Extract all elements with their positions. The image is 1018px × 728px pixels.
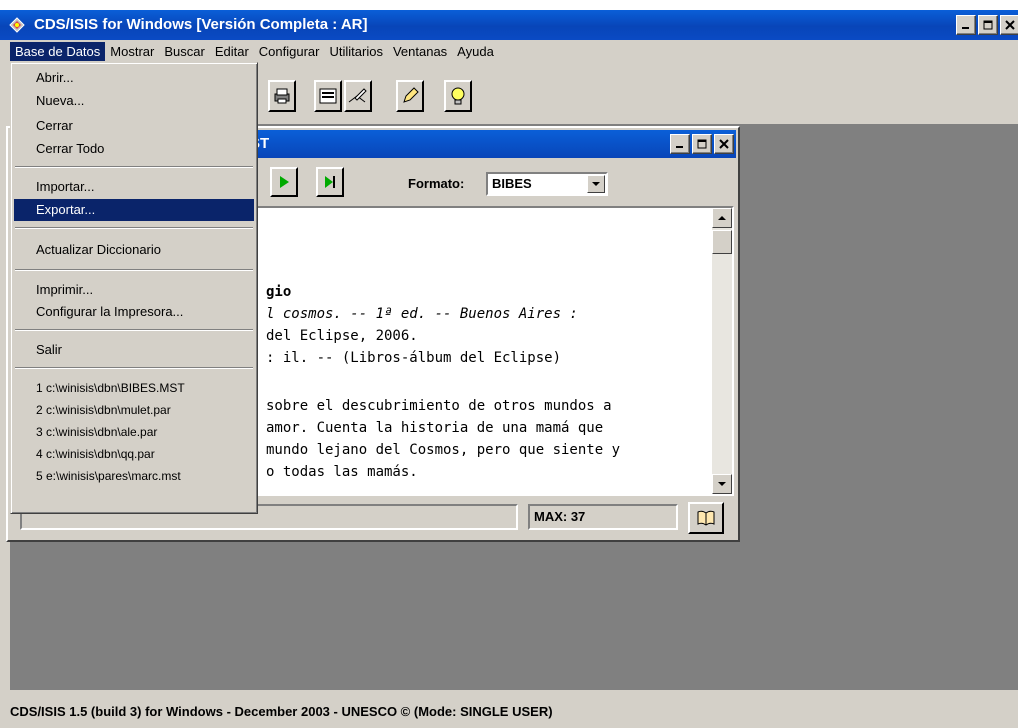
minimize-button[interactable]	[956, 15, 976, 35]
pencil-icon	[403, 87, 419, 103]
cds-isis-app-icon	[9, 17, 25, 33]
formato-value: BIBES	[492, 176, 532, 191]
menu-bar: Base de Datos Mostrar Buscar Editar Conf…	[0, 40, 1018, 62]
max-mfn-box: MAX: 37	[528, 504, 678, 530]
edit-record-button[interactable]	[344, 80, 372, 112]
scroll-thumb[interactable]	[712, 230, 732, 254]
formato-label: Formato:	[408, 176, 465, 191]
app-title: CDS/ISIS for Windows [Versión Completa :…	[34, 16, 368, 33]
record-line-5: sobre el descubrimiento de otros mundos …	[266, 398, 612, 414]
menu-item-cerrar-todo[interactable]: Cerrar Todo	[14, 138, 254, 160]
menu-separator	[15, 367, 253, 369]
menu-utilitarios[interactable]: Utilitarios	[324, 42, 387, 61]
arrow-down-icon	[718, 482, 726, 486]
menu-item-nueva[interactable]: Nueva...	[14, 90, 254, 112]
edit-pen-icon	[348, 88, 367, 103]
child-window-controls	[670, 134, 734, 154]
skip-last-icon	[325, 176, 335, 188]
recent-file-3[interactable]: 3 c:\winisis\dbn\ale.par	[14, 421, 254, 443]
child-minimize-button[interactable]	[670, 134, 690, 154]
menu-base-de-datos[interactable]: Base de Datos	[10, 41, 106, 61]
window-controls	[956, 15, 1018, 35]
maximize-button[interactable]	[978, 15, 998, 35]
help-hint-button[interactable]	[444, 80, 472, 112]
menu-item-exportar[interactable]: Exportar...	[14, 199, 254, 221]
lightbulb-icon	[451, 87, 465, 105]
menu-item-imprimir[interactable]: Imprimir...	[14, 279, 254, 301]
maximize-icon	[697, 139, 707, 149]
menu-item-salir[interactable]: Salir	[14, 339, 254, 361]
dictionary-button[interactable]	[688, 502, 724, 534]
scroll-down-button[interactable]	[712, 474, 732, 494]
status-bar: CDS/ISIS 1.5 (build 3) for Windows - Dec…	[0, 690, 1018, 728]
play-next-icon	[280, 176, 289, 188]
close-icon	[1005, 20, 1015, 30]
recent-file-1[interactable]: 1 c:\winisis\dbn\BIBES.MST	[14, 377, 254, 399]
record-line-6: amor. Cuenta la historia de una mamá que	[266, 420, 604, 436]
record-line-1: gio	[266, 284, 292, 300]
menu-configurar[interactable]: Configurar	[254, 42, 325, 61]
arrow-up-icon	[718, 216, 726, 220]
maximize-icon	[983, 20, 993, 30]
menu-editar[interactable]: Editar	[210, 42, 254, 61]
recent-file-4[interactable]: 4 c:\winisis\dbn\qq.par	[14, 443, 254, 465]
scroll-up-button[interactable]	[712, 208, 732, 228]
record-line-7: mundo lejano del Cosmos, pero que siente…	[266, 442, 621, 458]
vertical-scrollbar[interactable]	[712, 208, 732, 494]
status-text: CDS/ISIS 1.5 (build 3) for Windows - Dec…	[10, 704, 553, 719]
menu-separator	[15, 227, 253, 229]
next-record-button[interactable]	[270, 167, 298, 197]
menu-separator	[15, 166, 253, 168]
printer-icon	[274, 88, 290, 104]
app-title-bar[interactable]: CDS/ISIS for Windows [Versión Completa :…	[0, 10, 1018, 40]
minimize-icon	[962, 27, 969, 29]
last-record-button[interactable]	[316, 167, 344, 197]
book-icon	[697, 510, 715, 526]
menu-item-importar[interactable]: Importar...	[14, 176, 254, 198]
close-button[interactable]	[1000, 15, 1018, 35]
record-line-3: del Eclipse, 2006.	[266, 328, 418, 344]
menu-separator	[15, 329, 253, 331]
menu-mostrar[interactable]: Mostrar	[105, 42, 159, 61]
menu-separator	[15, 269, 253, 271]
edit-button[interactable]	[396, 80, 424, 112]
child-close-button[interactable]	[714, 134, 734, 154]
close-icon	[719, 139, 729, 149]
chevron-down-icon	[592, 182, 600, 186]
minimize-icon	[676, 146, 683, 148]
record-line-4: : il. -- (Libros-álbum del Eclipse)	[266, 350, 562, 366]
record-line-2: l cosmos. -- 1ª ed. -- Buenos Aires :	[266, 306, 578, 322]
menu-buscar[interactable]: Buscar	[159, 42, 209, 61]
recent-file-5[interactable]: 5 e:\winisis\pares\marc.mst	[14, 465, 254, 487]
form-icon	[319, 88, 337, 104]
menu-item-configurar-impresora[interactable]: Configurar la Impresora...	[14, 301, 254, 323]
child-maximize-button[interactable]	[692, 134, 712, 154]
max-mfn-label: MAX: 37	[534, 509, 586, 524]
display-button[interactable]	[314, 80, 342, 112]
base-de-datos-menu: Abrir... Nueva... Cerrar Cerrar Todo Imp…	[10, 62, 258, 514]
menu-item-actualizar-diccionario[interactable]: Actualizar Diccionario	[14, 239, 254, 261]
menu-ventanas[interactable]: Ventanas	[388, 42, 452, 61]
print-button[interactable]	[268, 80, 296, 112]
menu-ayuda[interactable]: Ayuda	[452, 42, 499, 61]
record-line-8: o todas las mamás.	[266, 464, 418, 480]
formato-dropdown-button[interactable]	[587, 175, 605, 193]
formato-select[interactable]: BIBES	[486, 172, 608, 196]
menu-item-abrir[interactable]: Abrir...	[14, 67, 254, 89]
menu-item-cerrar[interactable]: Cerrar	[14, 115, 254, 137]
recent-file-2[interactable]: 2 c:\winisis\dbn\mulet.par	[14, 399, 254, 421]
